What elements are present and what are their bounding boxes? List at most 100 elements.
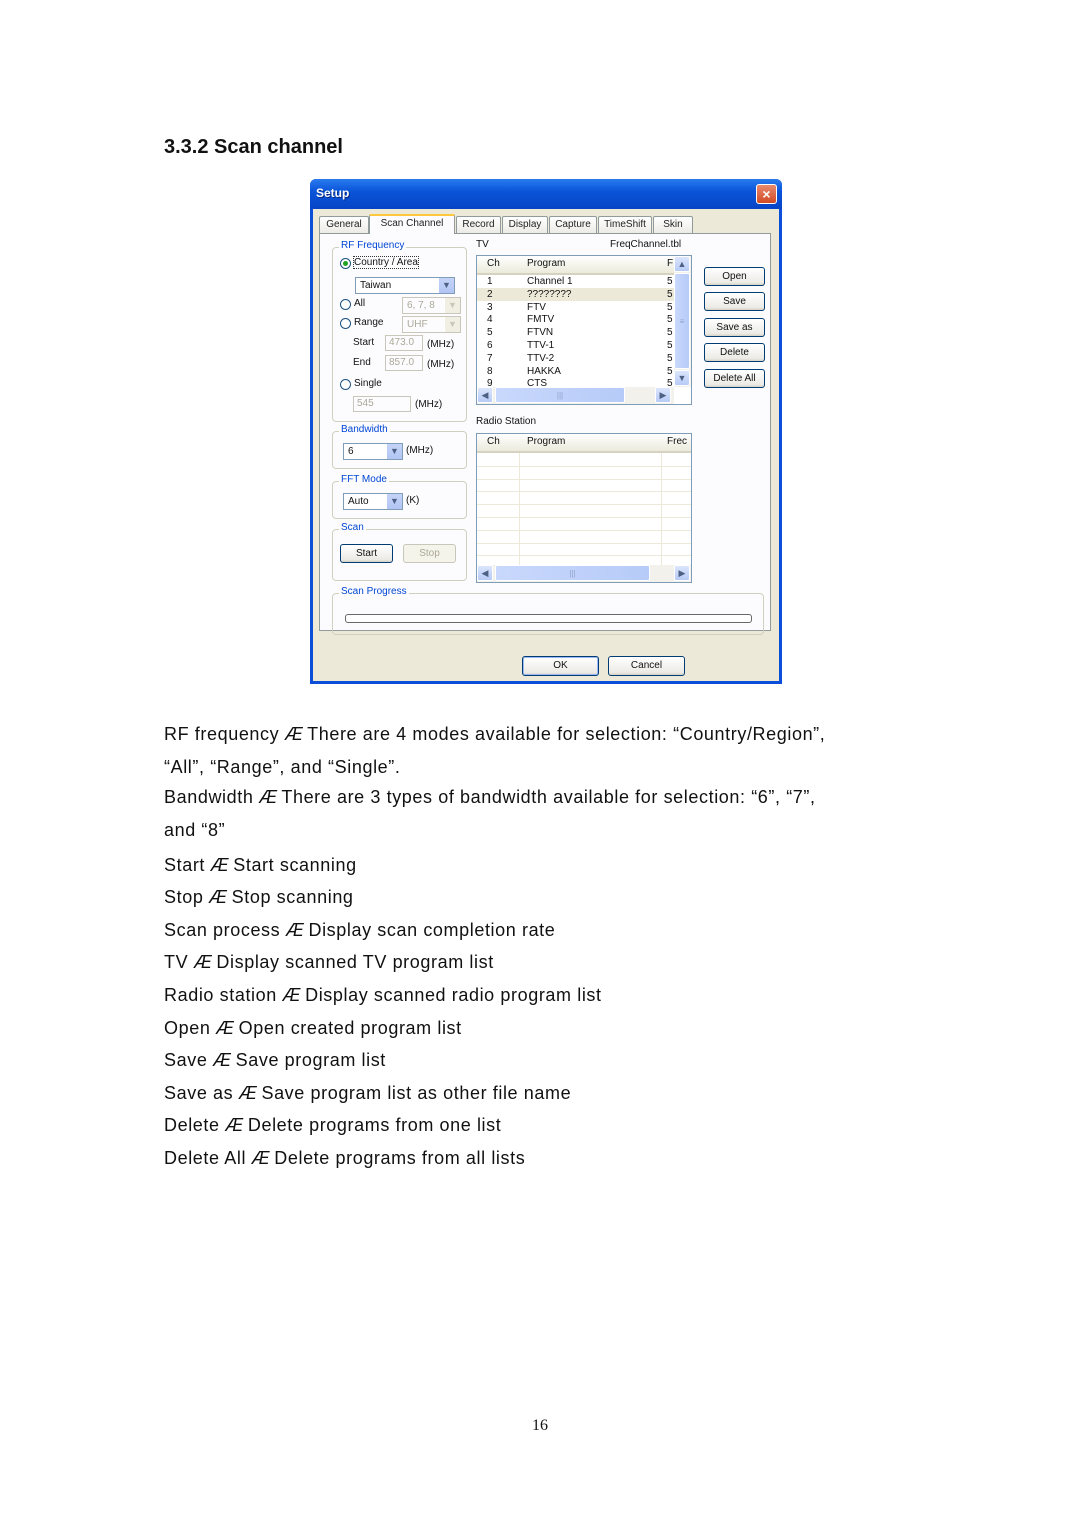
ok-button[interactable]: OK: [522, 656, 599, 676]
description-text: Save program list: [235, 1050, 386, 1070]
all-select[interactable]: 6, 7, 8 ▼: [402, 297, 461, 314]
chevron-down-icon: ▼: [386, 494, 402, 509]
range-select[interactable]: UHF ▼: [402, 316, 461, 333]
tab-scan-channel[interactable]: Scan Channel: [369, 214, 455, 234]
col-program[interactable]: Program: [527, 434, 565, 450]
rf-frequency-label: RF Frequency: [339, 240, 407, 251]
cell-freq: 5: [667, 301, 673, 313]
tv-program-list[interactable]: Ch Program F 1 Channel 1 5 2???????? 5 3 FTV 5 4…: [476, 255, 692, 405]
range-value: UHF: [407, 319, 428, 330]
cell-freq: 5: [667, 314, 673, 326]
tv-vertical-scrollbar[interactable]: ▲ ≡ ▼: [674, 256, 691, 387]
chevron-down-icon: ▼: [438, 278, 454, 293]
country-label: Country / Area: [353, 256, 419, 269]
start-scan-button[interactable]: Start: [340, 544, 393, 563]
country-radio[interactable]: [340, 258, 351, 269]
fft-mode-unit: (K): [406, 495, 420, 506]
country-value: Taiwan: [360, 280, 392, 291]
scan-progress-bar: [345, 614, 752, 623]
tv-file-name: FreqChannel.tbl: [610, 239, 682, 250]
description-term: RF frequency: [164, 724, 280, 744]
tab-skin[interactable]: Skin: [653, 216, 693, 233]
scroll-thumb[interactable]: ≡: [674, 273, 690, 369]
scan-progress-group: Scan Progress: [332, 586, 764, 635]
scroll-right-icon[interactable]: ▶: [655, 387, 671, 403]
open-button[interactable]: Open: [704, 267, 765, 286]
description-line: Start Æ Start scanning: [164, 855, 357, 876]
save-button[interactable]: Save: [704, 292, 765, 311]
description-term: Start: [164, 855, 206, 875]
tv-list-row[interactable]: 3 FTV 5: [477, 301, 674, 314]
col-frequency[interactable]: F: [667, 256, 673, 272]
tv-list-row[interactable]: 7 TTV-2 5: [477, 352, 674, 365]
save-as-button[interactable]: Save as: [704, 318, 765, 337]
grid-line: [477, 542, 691, 544]
bandwidth-unit: (MHz): [406, 445, 434, 456]
country-select[interactable]: Taiwan ▼: [355, 277, 455, 294]
scroll-right-icon[interactable]: ▶: [674, 565, 690, 581]
bandwidth-select[interactable]: 6 ▼: [343, 443, 403, 460]
range-radio[interactable]: [340, 318, 351, 329]
all-value: 6, 7, 8: [407, 300, 435, 311]
description-line: Save Æ Save program list: [164, 1050, 386, 1071]
scan-progress-label: Scan Progress: [339, 586, 409, 597]
col-ch[interactable]: Ch: [487, 434, 500, 450]
tv-list-row[interactable]: 4 FMTV 5: [477, 313, 674, 326]
cell-freq: 5: [667, 340, 673, 351]
delete-button[interactable]: Delete: [704, 343, 765, 362]
col-program[interactable]: Program: [527, 256, 565, 272]
all-radio[interactable]: [340, 299, 351, 310]
scroll-down-icon[interactable]: ▼: [674, 370, 690, 386]
description-line: TV Æ Display scanned TV program list: [164, 952, 494, 973]
end-label: End: [353, 357, 371, 368]
tv-list-row[interactable]: 5 FTVN 5: [477, 326, 674, 339]
cell-program: HAKKA: [527, 365, 561, 377]
description-text: Display scanned TV program list: [216, 952, 494, 972]
cell-program: FMTV: [527, 314, 555, 326]
tv-list-row[interactable]: 1 Channel 1 5: [477, 275, 674, 288]
tv-list-row[interactable]: 2???????? 5: [477, 287, 674, 301]
start-frequency-field[interactable]: 473.0: [385, 335, 423, 351]
description-line: RF frequency Æ There are 4 modes availab…: [164, 724, 825, 745]
tv-list-row[interactable]: 8 HAKKA 5: [477, 365, 674, 378]
col-ch[interactable]: Ch: [487, 256, 500, 272]
stop-scan-button[interactable]: Stop: [403, 544, 456, 563]
delete-all-button[interactable]: Delete All: [704, 369, 765, 388]
cell-ch: 3: [487, 301, 493, 313]
scroll-thumb[interactable]: |||: [495, 565, 650, 581]
description-term: Scan process: [164, 920, 281, 940]
col-frequency[interactable]: Frec: [667, 434, 687, 450]
cell-program: Channel 1: [527, 276, 573, 287]
arrow-separator-icon: Æ: [216, 1018, 234, 1038]
tab-capture[interactable]: Capture: [549, 216, 597, 233]
close-button[interactable]: ×: [756, 184, 777, 204]
scan-channel-panel: RF Frequency Country / Area Taiwan ▼ All…: [319, 233, 771, 635]
description-text: Stop scanning: [231, 887, 354, 907]
tab-display[interactable]: Display: [502, 216, 548, 233]
end-frequency-field[interactable]: 857.0: [385, 355, 423, 371]
arrow-separator-icon: Æ: [210, 855, 229, 875]
scroll-left-icon[interactable]: ◀: [477, 565, 493, 581]
tab-general[interactable]: General: [319, 216, 369, 233]
scroll-thumb[interactable]: |||: [495, 387, 625, 403]
description-line: Open Æ Open created program list: [164, 1018, 462, 1039]
single-frequency-field[interactable]: 545: [353, 396, 411, 412]
scroll-up-icon[interactable]: ▲: [674, 256, 690, 272]
cancel-button[interactable]: Cancel: [608, 656, 685, 676]
description-term: Radio station: [164, 985, 277, 1005]
radio-program-list[interactable]: Ch Program Frec ◀ ||| ▶: [476, 433, 692, 583]
description-term: Open: [164, 1018, 211, 1038]
tv-list-row[interactable]: 6 TTV-1 5: [477, 339, 674, 352]
description-continuation: “All”, “Range”, and “Single”.: [164, 757, 401, 777]
scroll-left-icon[interactable]: ◀: [477, 387, 493, 403]
cell-ch: 8: [487, 365, 493, 377]
title-bar[interactable]: Setup ×: [310, 179, 782, 209]
radio-horizontal-scrollbar[interactable]: ◀ ||| ▶: [477, 565, 691, 582]
description-term: Delete: [164, 1115, 220, 1135]
tab-timeshift[interactable]: TimeShift: [598, 216, 652, 233]
fft-mode-group: FFT Mode Auto ▼ (K): [332, 474, 467, 519]
fft-mode-select[interactable]: Auto ▼: [343, 493, 403, 510]
tv-horizontal-scrollbar[interactable]: ◀ ||| ▶: [477, 387, 674, 404]
single-radio[interactable]: [340, 379, 351, 390]
tab-record[interactable]: Record: [456, 216, 501, 233]
